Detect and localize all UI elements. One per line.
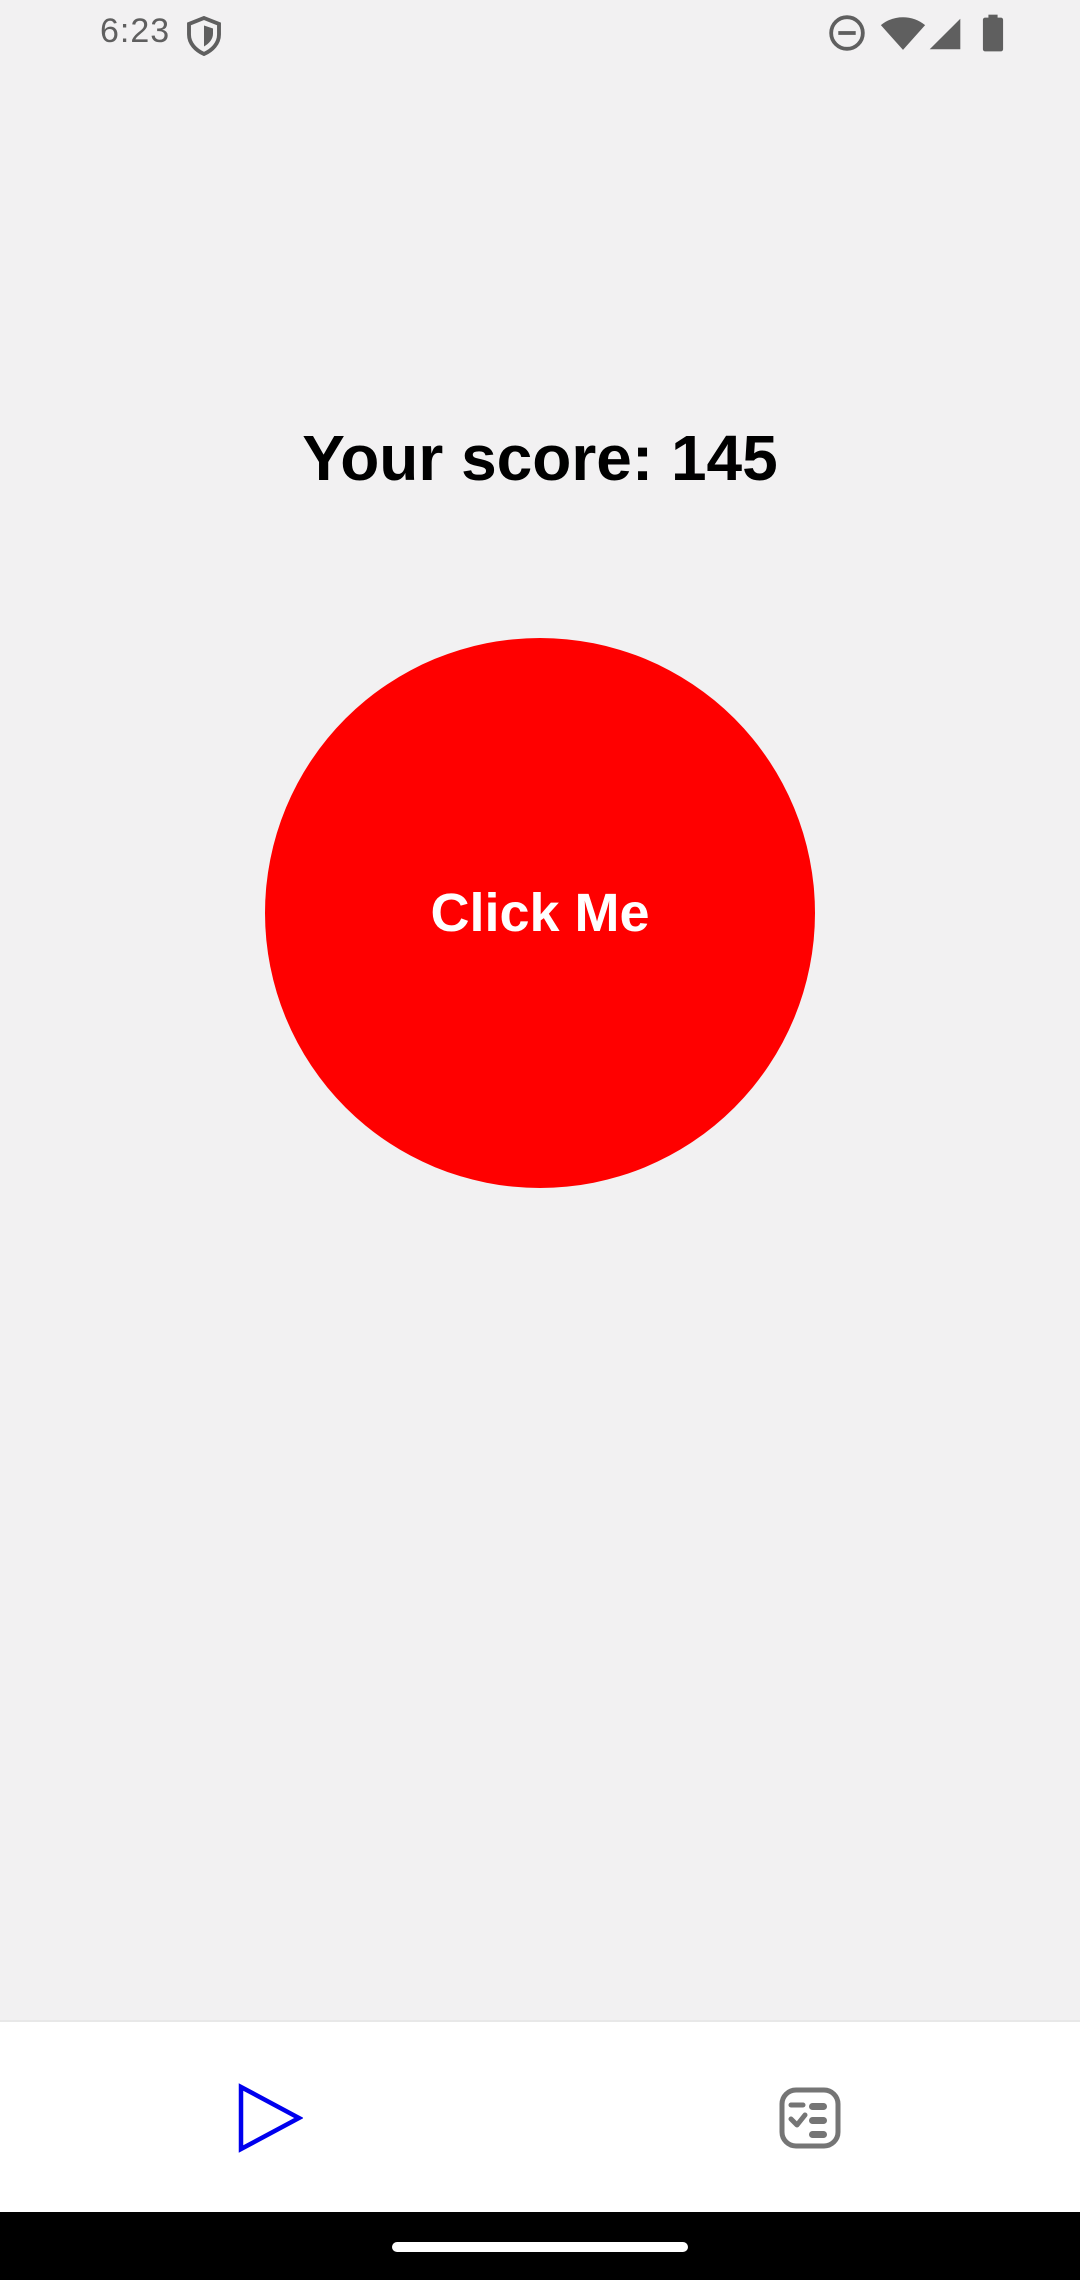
wifi-icon <box>880 17 926 50</box>
score-label: Your score: 145 <box>302 422 778 494</box>
battery-icon <box>982 14 1004 52</box>
do-not-disturb-icon <box>829 15 865 51</box>
status-time: 6:23 <box>100 12 171 50</box>
system-navigation-bar <box>0 2212 1080 2280</box>
play-icon <box>238 2083 303 2153</box>
click-me-button[interactable]: Click Me <box>265 638 815 1188</box>
cellular-signal-icon <box>929 18 961 50</box>
shield-icon <box>187 16 221 56</box>
status-bar: 6:23 <box>0 0 1080 68</box>
bottom-navigation <box>0 2020 1080 2214</box>
nav-item-play[interactable] <box>0 2022 540 2214</box>
home-gesture-handle[interactable] <box>392 2242 688 2252</box>
nav-item-checklist[interactable] <box>540 2022 1080 2214</box>
click-me-label: Click Me <box>430 883 650 943</box>
checklist-icon <box>779 2087 841 2149</box>
